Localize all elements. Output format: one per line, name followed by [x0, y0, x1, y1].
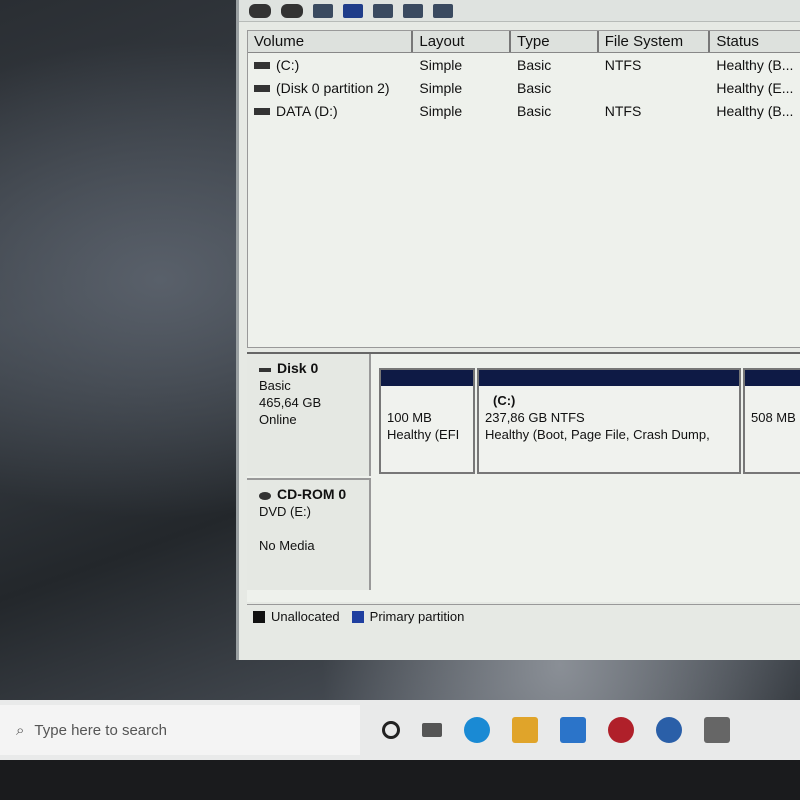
console-tree-icon[interactable] — [313, 3, 333, 18]
cell-text: Healthy (B... — [716, 102, 794, 119]
volume-icon — [254, 85, 270, 93]
partition-c[interactable]: (C:) 237,86 GB NTFS Healthy (Boot, Page Fi… — [477, 368, 741, 474]
cell: (C:) — [248, 57, 413, 73]
disk-size: 465,64 GB — [259, 395, 322, 410]
cell: Simple — [413, 57, 511, 73]
edge-icon[interactable] — [464, 717, 490, 743]
cell: Basic — [511, 103, 599, 119]
disk-type: DVD (E:) — [259, 504, 311, 519]
cell-text: Healthy (E... — [716, 79, 794, 96]
cell: Healthy (B... — [710, 103, 800, 119]
disk-management-window: Volume Layout Type File System Status (C… — [236, 0, 800, 660]
legend-unallocated: Unallocated — [271, 609, 340, 624]
app2-icon[interactable] — [704, 717, 730, 743]
disk-name: CD-ROM 0 — [277, 486, 347, 502]
cell: Simple — [413, 80, 511, 96]
partition-size: 237,86 GB NTFS — [485, 410, 585, 425]
cell-text: NTFS — [604, 56, 642, 73]
cortana-icon[interactable] — [382, 721, 400, 739]
volume-row[interactable]: DATA (D:) Simple Basic NTFS Healthy (B... — [248, 99, 800, 122]
search-icon: ⌕ — [16, 721, 25, 739]
volume-list: Volume Layout Type File System Status (C… — [247, 30, 800, 348]
col-volume[interactable]: Volume — [248, 31, 414, 52]
toolbar — [239, 0, 800, 22]
disk-state: Online — [259, 412, 297, 427]
disk-state: No Media — [259, 538, 315, 553]
partition-size: 100 MB — [387, 410, 432, 425]
cell: DATA (D:) — [248, 103, 413, 119]
forward-icon[interactable] — [281, 3, 303, 18]
disk-type: Basic — [259, 378, 291, 393]
cell: NTFS — [599, 57, 711, 73]
disk-0-info[interactable]: Disk 0 Basic 465,64 GB Online — [247, 354, 371, 476]
cell-text: Basic — [517, 79, 552, 96]
search-placeholder: Type here to search — [34, 721, 167, 739]
partition-efi[interactable]: 100 MB Healthy (EFI — [379, 368, 475, 474]
cell-text: (C:) — [276, 56, 300, 73]
file-explorer-icon[interactable] — [512, 717, 538, 743]
disk-icon — [259, 367, 271, 372]
volume-row[interactable]: (C:) Simple Basic NTFS Healthy (B... — [248, 53, 800, 76]
cdrom-0-info[interactable]: CD-ROM 0 DVD (E:) No Media — [247, 478, 371, 590]
cell-text: DATA (D:) — [276, 102, 338, 119]
cell: Basic — [511, 80, 599, 96]
partition-status: Healthy (EFI — [387, 427, 460, 442]
cell: Healthy (B... — [710, 57, 800, 73]
properties-icon[interactable] — [433, 3, 453, 18]
cell: Healthy (E... — [710, 80, 800, 96]
cell-text: (Disk 0 partition 2) — [276, 79, 390, 96]
cell-text: Basic — [517, 102, 552, 119]
volume-row[interactable]: (Disk 0 partition 2) Simple Basic Healthy (… — [248, 76, 800, 99]
partition-recovery[interactable]: 508 MB — [743, 368, 800, 474]
cell-text: Simple — [419, 79, 463, 96]
partition-label: (C:) — [493, 393, 516, 408]
cell: NTFS — [599, 103, 711, 119]
legend: Unallocated Primary partition — [247, 604, 800, 628]
disk-name: Disk 0 — [277, 360, 319, 376]
action-pane-icon[interactable] — [373, 3, 393, 18]
mail-icon[interactable] — [560, 717, 586, 743]
partition-size: 508 MB — [751, 410, 796, 425]
monitor-bezel — [0, 760, 800, 800]
col-layout[interactable]: Layout — [413, 31, 512, 52]
primary-swatch — [351, 610, 364, 623]
legend-primary: Primary partition — [369, 609, 465, 624]
chat-icon[interactable] — [403, 3, 423, 18]
volume-icon — [254, 62, 270, 70]
search-box[interactable]: ⌕ Type here to search — [0, 705, 360, 755]
col-status[interactable]: Status — [710, 31, 800, 52]
unallocated-swatch — [253, 610, 265, 623]
cdrom-icon — [259, 491, 271, 500]
volume-icon — [254, 108, 270, 116]
back-icon[interactable] — [249, 3, 271, 18]
cell: Simple — [413, 103, 511, 119]
disk-graphical-view: Disk 0 Basic 465,64 GB Online 100 MB Heal… — [247, 352, 800, 602]
task-view-icon[interactable] — [422, 723, 442, 737]
help-icon[interactable] — [343, 3, 363, 18]
cell: Basic — [511, 57, 599, 73]
cell-text: Simple — [419, 102, 463, 119]
col-file-system[interactable]: File System — [599, 31, 711, 52]
cell-text: NTFS — [604, 102, 642, 119]
app-icon[interactable] — [608, 717, 634, 743]
taskbar: ⌕ Type here to search — [0, 700, 800, 760]
cell-text: Healthy (B... — [716, 56, 794, 73]
cell-text: Basic — [517, 56, 552, 73]
partition-status: Healthy (Boot, Page File, Crash Dump, — [485, 427, 710, 442]
tools-icon[interactable] — [656, 717, 682, 743]
cell-text: Simple — [419, 56, 463, 73]
col-type[interactable]: Type — [511, 31, 599, 52]
cell: (Disk 0 partition 2) — [248, 80, 413, 96]
